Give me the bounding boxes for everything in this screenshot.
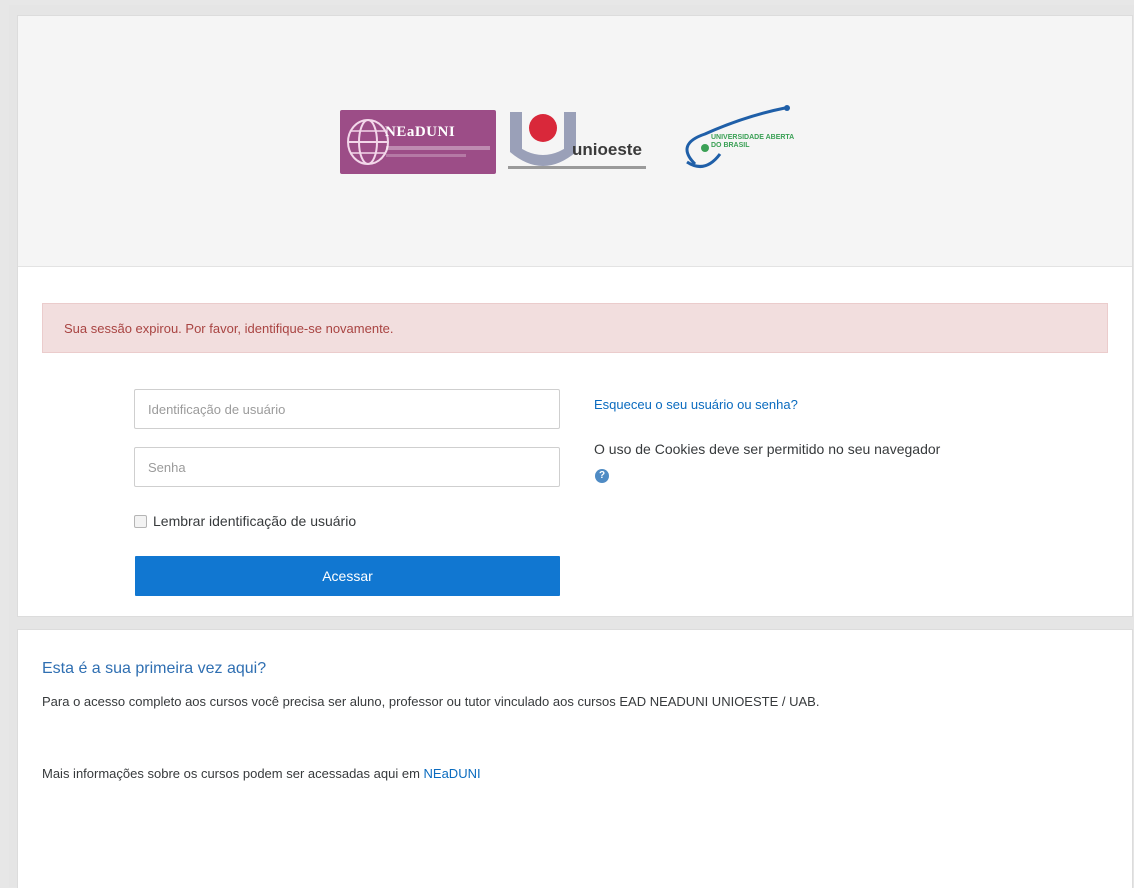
login-card: NEaDUNI unioeste UNIVERSIDADE ABERTA DO … bbox=[17, 15, 1133, 617]
neaduni-link[interactable]: NEaDUNI bbox=[424, 766, 481, 781]
info-title: Esta é a sua primeira vez aqui? bbox=[42, 660, 267, 677]
session-expired-alert: Sua sessão expirou. Por favor, identifiq… bbox=[42, 303, 1108, 353]
page: NEaDUNI unioeste UNIVERSIDADE ABERTA DO … bbox=[9, 5, 1134, 888]
first-time-info-card: Esta é a sua primeira vez aqui? Para o a… bbox=[17, 629, 1133, 888]
uab-logo: UNIVERSIDADE ABERTA DO BRASIL bbox=[665, 104, 825, 180]
neaduni-logo: NEaDUNI bbox=[340, 110, 496, 174]
info-more-text: Mais informações sobre os cursos podem s… bbox=[42, 766, 424, 781]
login-button[interactable]: Acessar bbox=[135, 556, 560, 596]
unioeste-subtitle bbox=[508, 166, 646, 169]
unioeste-wordmark: unioeste bbox=[572, 140, 642, 159]
unioeste-emblem-icon bbox=[510, 112, 576, 166]
unioeste-logo: unioeste bbox=[508, 110, 646, 180]
info-text: Para o acesso completo aos cursos você p… bbox=[42, 694, 820, 709]
password-field[interactable] bbox=[134, 447, 560, 487]
info-more: Mais informações sobre os cursos podem s… bbox=[42, 766, 481, 781]
question-circle-icon[interactable]: ? bbox=[595, 469, 609, 483]
remember-label: Lembrar identificação de usuário bbox=[153, 513, 357, 529]
neaduni-tagline-2 bbox=[386, 154, 466, 157]
username-field[interactable] bbox=[134, 389, 560, 429]
remember-username[interactable]: Lembrar identificação de usuário bbox=[134, 512, 356, 530]
forgot-password-link[interactable]: Esqueceu o seu usuário ou senha? bbox=[594, 397, 798, 412]
neaduni-brand-text: NEaDUNI bbox=[385, 124, 456, 140]
cookies-notice: O uso de Cookies deve ser permitido no s… bbox=[594, 441, 941, 457]
neaduni-tagline bbox=[386, 146, 490, 150]
card-header: NEaDUNI unioeste UNIVERSIDADE ABERTA DO … bbox=[18, 16, 1132, 267]
remember-checkbox[interactable] bbox=[134, 514, 147, 528]
logo-bar: NEaDUNI unioeste UNIVERSIDADE ABERTA DO … bbox=[340, 105, 820, 190]
uab-wordmark: UNIVERSIDADE ABERTA DO BRASIL bbox=[711, 134, 794, 149]
alert-message: Sua sessão expirou. Por favor, identifiq… bbox=[64, 321, 394, 336]
